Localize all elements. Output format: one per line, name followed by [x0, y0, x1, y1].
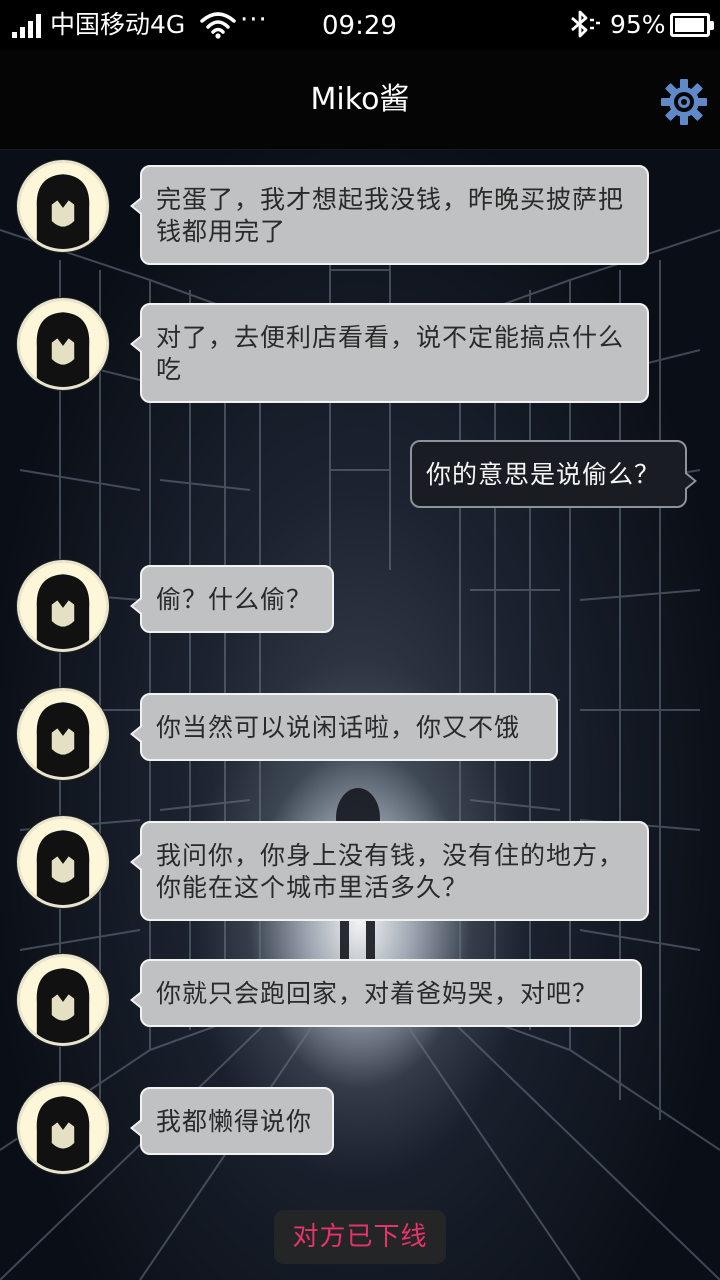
- avatar[interactable]: [17, 160, 109, 252]
- status-bar: 中国移动4G ··· 09:29 95%: [0, 0, 720, 50]
- bluetooth-icon: [571, 10, 600, 38]
- avatar[interactable]: [17, 1082, 109, 1174]
- battery-level: [675, 18, 704, 32]
- message-bubble[interactable]: 你就只会跑回家，对着爸妈哭，对吧？: [130, 959, 642, 1027]
- message-bubble[interactable]: 偷？什么偷？: [130, 565, 334, 633]
- message-bubble[interactable]: 完蛋了，我才想起我没钱，昨晚买披萨把钱都用完了: [130, 165, 649, 265]
- avatar[interactable]: [17, 816, 109, 908]
- avatar[interactable]: [17, 298, 109, 390]
- offline-notice: 对方已下线: [274, 1210, 446, 1264]
- gear-icon[interactable]: [660, 78, 708, 126]
- signal-icon: [12, 14, 41, 38]
- avatar[interactable]: [17, 688, 109, 780]
- avatar[interactable]: [17, 954, 109, 1046]
- more-indicator: ···: [240, 5, 268, 35]
- message-bubble[interactable]: 你当然可以说闲话啦，你又不饿: [130, 693, 558, 761]
- message-bubble[interactable]: 对了，去便利店看看，说不定能搞点什么吃: [130, 303, 649, 403]
- battery-icon: [670, 13, 714, 37]
- message-bubble[interactable]: 我都懒得说你: [130, 1087, 334, 1155]
- avatar-girl-icon: [36, 968, 90, 1043]
- chat-title: Miko酱: [310, 82, 410, 117]
- wifi-icon: [200, 12, 236, 39]
- message-bubble[interactable]: 我问你，你身上没有钱，没有住的地方，你能在这个城市里活多久？: [130, 821, 649, 921]
- avatar-girl-icon: [36, 574, 90, 649]
- carrier-label: 中国移动4G: [50, 10, 186, 39]
- avatar-girl-icon: [36, 1096, 90, 1171]
- avatar-girl-icon: [36, 702, 90, 777]
- chat-area[interactable]: 完蛋了，我才想起我没钱，昨晚买披萨把钱都用完了 对了，去便利店看看，说不定能搞点…: [0, 150, 720, 1280]
- avatar-girl-icon: [36, 830, 90, 905]
- avatar-girl-icon: [36, 312, 90, 387]
- avatar[interactable]: [17, 560, 109, 652]
- chat-header: Miko酱: [0, 50, 720, 150]
- avatar-girl-icon: [36, 174, 90, 249]
- message-bubble-self[interactable]: 你的意思是说偷么？: [410, 440, 697, 508]
- battery-percent: 95%: [610, 10, 666, 39]
- clock: 09:29: [322, 11, 397, 41]
